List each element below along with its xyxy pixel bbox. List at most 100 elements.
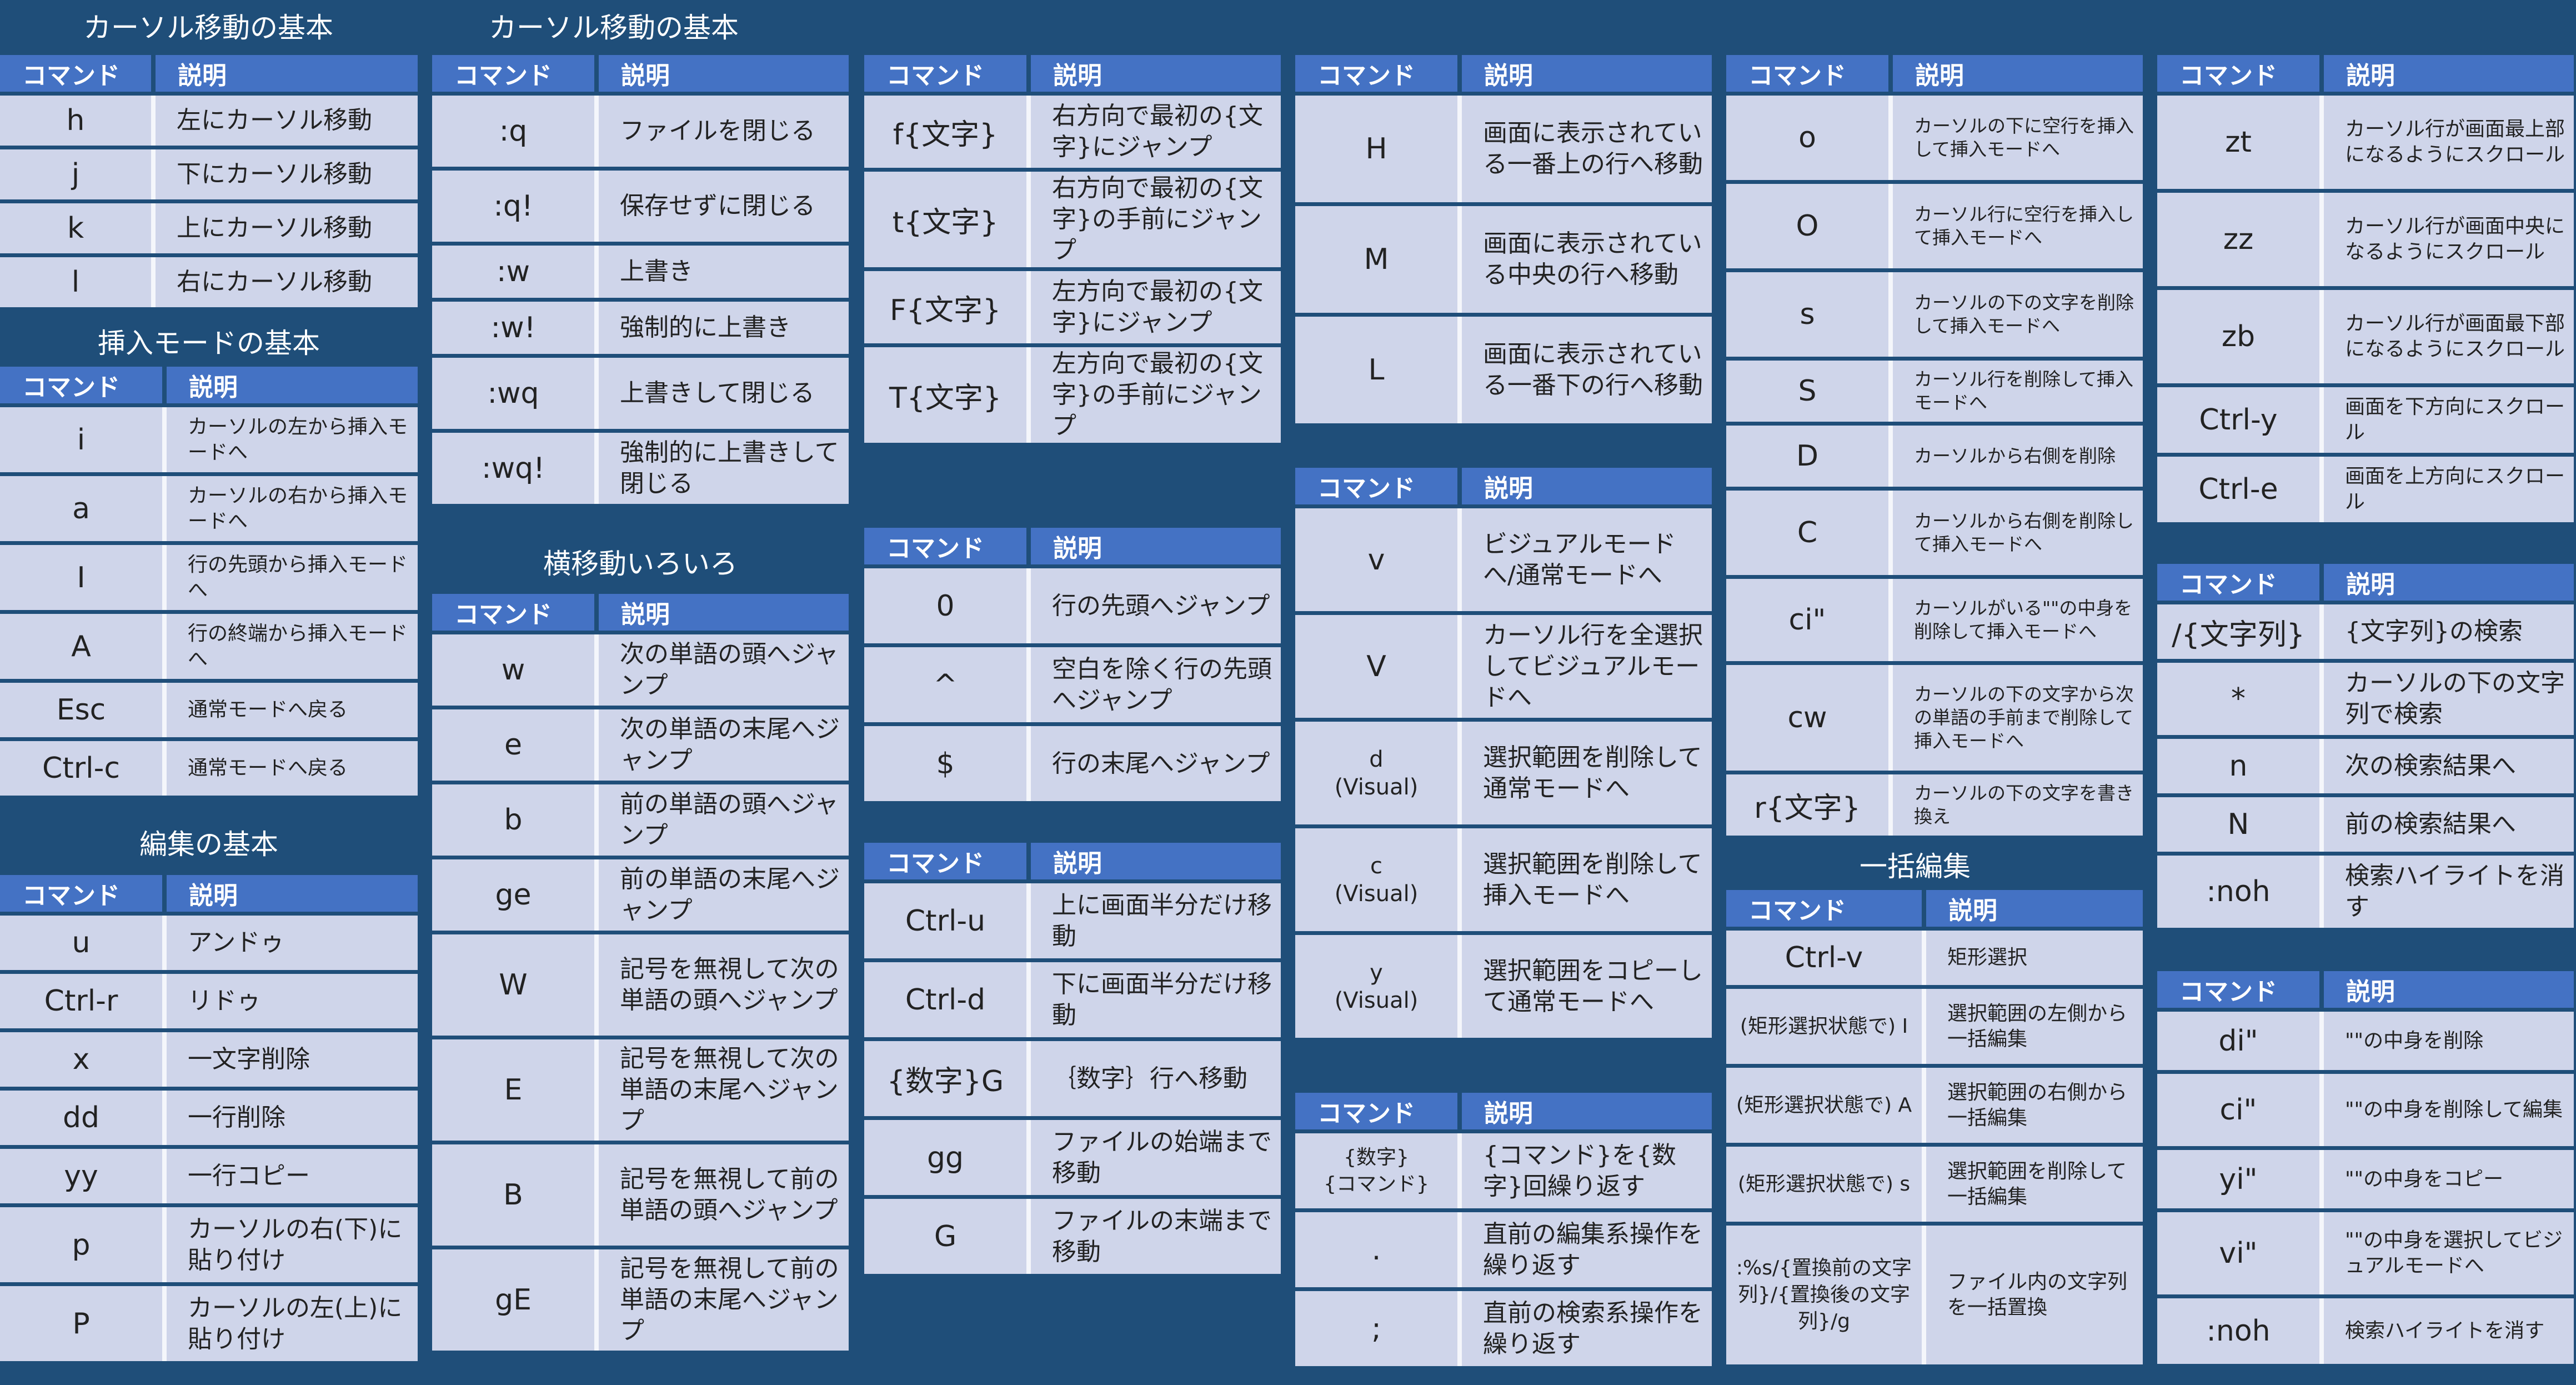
- table-header-row: コマンド 説明: [1726, 890, 2143, 927]
- description-cell: カーソル行が画面中央になるようにスクロール: [2324, 193, 2574, 286]
- header-command: コマンド: [864, 843, 1031, 879]
- table-header-row: コマンド 説明: [0, 875, 418, 912]
- table-row: S カーソル行を削除して挿入モードへ: [1726, 361, 2143, 422]
- header-description: 説明: [167, 875, 418, 912]
- command-cell: yy: [0, 1149, 167, 1203]
- description-cell: 選択範囲を削除して一括編集: [1926, 1147, 2143, 1222]
- table-header-row: コマンド 説明: [1295, 468, 1712, 504]
- table-row: N 前の検索結果へ: [2157, 797, 2574, 852]
- table-row: y (Visual) 選択範囲をコピーして通常モードへ: [1295, 935, 1712, 1038]
- command-cell: di": [2157, 1012, 2324, 1070]
- description-cell: カーソル行に空行を挿入して挿入モードへ: [1893, 184, 2143, 268]
- header-description: 説明: [1031, 528, 1281, 564]
- command-cell: (矩形選択状態で) A: [1726, 1068, 1926, 1143]
- command-cell: u: [0, 916, 167, 970]
- description-cell: 画面を下方向にスクロール: [2324, 387, 2574, 453]
- command-cell: :wq: [432, 358, 599, 429]
- table-row: zt カーソル行が画面最上部になるようにスクロール: [2157, 96, 2574, 189]
- command-cell: f{文字}: [864, 96, 1031, 168]
- command-cell: p: [0, 1207, 167, 1282]
- command-cell: F{文字}: [864, 271, 1031, 343]
- table-row: :q ファイルを閉じる: [432, 96, 849, 167]
- table-row: Ctrl-r リドゥ: [0, 974, 418, 1028]
- description-cell: 画面に表示されている中央の行へ移動: [1462, 206, 1712, 313]
- description-cell: カーソルの下の文字列で検索: [2324, 663, 2574, 735]
- command-cell: vi": [2157, 1212, 2324, 1294]
- command-cell: Esc: [0, 683, 167, 737]
- table-row: Ctrl-e 画面を上方向にスクロール: [2157, 457, 2574, 522]
- table-header-row: コマンド 説明: [2157, 564, 2574, 601]
- table-row: (矩形選択状態で) I 選択範囲の左側から一括編集: [1726, 989, 2143, 1064]
- command-cell: :w!: [432, 302, 599, 354]
- command-cell: k: [0, 203, 156, 253]
- description-cell: ファイルの末端まで移動: [1031, 1199, 1281, 1274]
- command-cell: :q: [432, 96, 599, 167]
- description-cell: カーソルの左から挿入モードへ: [167, 407, 418, 472]
- command-cell: L: [1295, 317, 1462, 423]
- header-description: 説明: [1926, 890, 2143, 927]
- description-cell: ""の中身を削除: [2324, 1012, 2574, 1070]
- description-cell: 次の検索結果へ: [2324, 739, 2574, 793]
- description-cell: 左にカーソル移動: [156, 96, 418, 146]
- command-cell: H: [1295, 96, 1462, 202]
- header-description: 説明: [2324, 55, 2574, 92]
- header-command: コマンド: [864, 55, 1031, 92]
- description-cell: アンドゥ: [167, 916, 418, 970]
- command-table: コマンド 説明 Ctrl-u 上に画面半分だけ移動 Ctrl-d 下に画面半分だけ移動 {数…: [864, 839, 1281, 1278]
- command-cell: P: [0, 1286, 167, 1361]
- header-description: 説明: [1893, 55, 2143, 92]
- table-header-row: コマンド 説明: [0, 55, 418, 92]
- table-row: M 画面に表示されている中央の行へ移動: [1295, 206, 1712, 313]
- description-cell: 前の検索結果へ: [2324, 797, 2574, 852]
- table-row: :wq 上書きして閉じる: [432, 358, 849, 429]
- section-title: カーソル移動の基本: [489, 12, 739, 44]
- description-cell: {文字列}の検索: [2324, 604, 2574, 659]
- header-command: コマンド: [0, 55, 156, 92]
- command-cell: M: [1295, 206, 1462, 313]
- command-table: コマンド 説明 {数字} {コマンド} {コマンド}を{数字}回繰り返す. 直前の編集系…: [1295, 1089, 1712, 1370]
- command-cell: A: [0, 614, 167, 679]
- table-row: Ctrl-d 下に画面半分だけ移動: [864, 962, 1281, 1037]
- command-cell: ^: [864, 647, 1031, 722]
- header-description: 説明: [156, 55, 418, 92]
- table-row: Ctrl-y 画面を下方向にスクロール: [2157, 387, 2574, 453]
- description-cell: カーソルから右側を削除: [1893, 426, 2143, 487]
- table-row: w 次の単語の頭へジャンプ: [432, 634, 849, 706]
- description-cell: 上に画面半分だけ移動: [1031, 883, 1281, 958]
- table-row: r{文字} カーソルの下の文字を書き換え: [1726, 774, 2143, 836]
- command-cell: B: [432, 1144, 599, 1246]
- header-command: コマンド: [1295, 55, 1462, 92]
- description-cell: 画面に表示されている一番下の行へ移動: [1462, 317, 1712, 423]
- table-row: Ctrl-c 通常モードへ戻る: [0, 741, 418, 796]
- command-cell: yi": [2157, 1150, 2324, 1208]
- table-row: c (Visual) 選択範囲を削除して挿入モードへ: [1295, 828, 1712, 931]
- description-cell: カーソルの右から挿入モードへ: [167, 476, 418, 541]
- table-row: :wq! 強制的に上書きして閉じる: [432, 433, 849, 504]
- table-header-row: コマンド 説明: [864, 528, 1281, 564]
- table-header-row: コマンド 説明: [432, 55, 849, 92]
- description-cell: カーソル行が画面最上部になるようにスクロール: [2324, 96, 2574, 189]
- header-command: コマンド: [0, 875, 167, 912]
- command-cell: Ctrl-u: [864, 883, 1031, 958]
- command-cell: y (Visual): [1295, 935, 1462, 1038]
- table-row: ci" カーソルがいる""の中身を削除して挿入モードへ: [1726, 579, 2143, 661]
- table-row: yi" ""の中身をコピー: [2157, 1150, 2574, 1208]
- command-cell: {数字} {コマンド}: [1295, 1133, 1462, 1208]
- description-cell: ""の中身を選択してビジュアルモードへ: [2324, 1212, 2574, 1294]
- command-cell: *: [2157, 663, 2324, 735]
- command-cell: n: [2157, 739, 2324, 793]
- table-row: G ファイルの末端まで移動: [864, 1199, 1281, 1274]
- command-cell: j: [0, 149, 156, 199]
- description-cell: 下にカーソル移動: [156, 149, 418, 199]
- command-table: コマンド 説明 h 左にカーソル移動 j 下にカーソル移動 k 上にカーソル移動 l 右にカーソル…: [0, 51, 418, 311]
- table-row: f{文字} 右方向で最初の{文字}にジャンプ: [864, 96, 1281, 168]
- table-row: cw カーソルの下の文字から次の単語の手前まで削除して挿入モードへ: [1726, 665, 2143, 771]
- description-cell: 一行削除: [167, 1091, 418, 1145]
- table-row: :noh 検索ハイライトを消す: [2157, 1298, 2574, 1364]
- table-row: ; 直前の検索系操作を繰り返す: [1295, 1291, 1712, 1366]
- description-cell: 検索ハイライトを消す: [2324, 856, 2574, 928]
- command-cell: ci": [1726, 579, 1893, 661]
- command-cell: w: [432, 634, 599, 706]
- description-cell: 左方向で最初の{文字}の手前にジャンプ: [1031, 347, 1281, 443]
- command-table: コマンド 説明 i カーソルの左から挿入モードへ a カーソルの右から挿入モードへ I 行の先…: [0, 363, 418, 799]
